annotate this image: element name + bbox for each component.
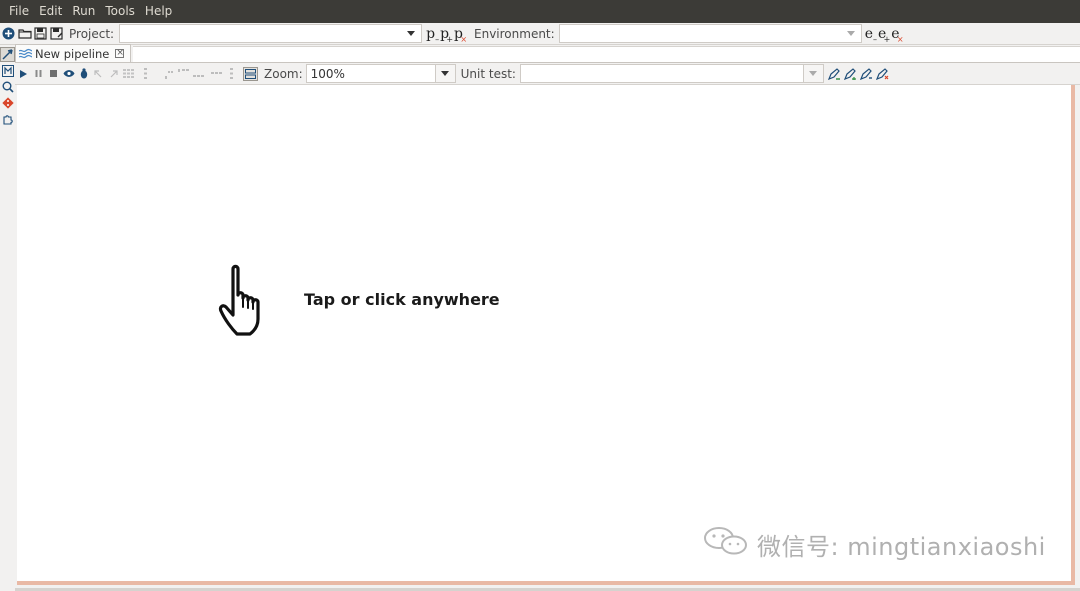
- environment-dropdown-arrow[interactable]: [840, 25, 861, 42]
- run-icon[interactable]: [17, 67, 30, 80]
- search-icon[interactable]: [0, 79, 15, 94]
- debug-bug-icon[interactable]: [77, 67, 90, 80]
- align-left-icon: [141, 67, 154, 80]
- unit-test-save-icon[interactable]: [859, 67, 873, 80]
- chevron-down-icon: [846, 31, 855, 36]
- unit-test-new-icon[interactable]: [827, 67, 841, 80]
- project-dropdown-arrow[interactable]: [401, 25, 422, 42]
- unit-test-dropdown-arrow[interactable]: [802, 65, 823, 82]
- layout-icon[interactable]: [243, 66, 258, 81]
- wechat-icon: [703, 526, 749, 562]
- redo-icon: [107, 67, 120, 80]
- watermark-text: 微信号: mingtianxiaoshi: [757, 532, 1046, 561]
- align-grid-icon: [122, 67, 135, 80]
- new-plus-icon[interactable]: [1, 26, 16, 41]
- align-right-icon: [162, 67, 175, 80]
- canvas-hint: Tap or click anywhere: [304, 290, 500, 309]
- open-folder-icon[interactable]: [17, 26, 32, 41]
- environment-combo[interactable]: [558, 24, 862, 43]
- unit-test-delete-icon[interactable]: [875, 67, 889, 80]
- menu-tools[interactable]: Tools: [100, 0, 140, 23]
- align-top-icon: [177, 67, 190, 80]
- menu-help[interactable]: Help: [140, 0, 177, 23]
- close-icon[interactable]: ×: [115, 49, 125, 58]
- metadata-icon[interactable]: [0, 63, 15, 78]
- menu-bar: File Edit Run Tools Help: [0, 0, 1080, 23]
- distribute-vertical-icon: [225, 67, 238, 80]
- tab-bar-empty-area: [133, 46, 1080, 62]
- menu-run[interactable]: Run: [67, 0, 100, 23]
- hand-pointer-icon: [213, 263, 275, 340]
- plugin-icon[interactable]: [0, 111, 15, 126]
- undo-icon: [92, 67, 105, 80]
- zoom-label: Zoom:: [264, 66, 303, 81]
- e-delete-icon[interactable]: e ×: [891, 26, 903, 44]
- perspective-sidebar: [0, 45, 15, 591]
- environment-label: Environment:: [474, 26, 555, 41]
- distribute-horizontal-icon: [210, 67, 223, 80]
- tab-label: New pipeline: [35, 46, 110, 61]
- tab-new-pipeline[interactable]: New pipeline ×: [15, 44, 132, 62]
- save-icon[interactable]: [33, 26, 48, 41]
- chevron-down-icon: [407, 31, 416, 36]
- save-as-icon[interactable]: [49, 26, 64, 41]
- project-combo[interactable]: [119, 24, 423, 43]
- pipeline-canvas[interactable]: Tap or click anywhere: [17, 85, 1075, 585]
- preview-eye-icon[interactable]: [62, 67, 75, 80]
- e-edit-icon[interactable]: e +: [878, 26, 890, 44]
- align-bottom-icon: [192, 67, 205, 80]
- pipeline-toolbar: Zoom: 100% Unit test:: [15, 63, 1080, 85]
- zoom-combo[interactable]: 100%: [305, 64, 456, 83]
- stop-icon: [47, 67, 60, 80]
- tab-bar: New pipeline ×: [15, 44, 1080, 63]
- main-toolbar: Project: p – p + p × Environment: e – e + e ×: [0, 23, 1080, 45]
- project-label: Project:: [69, 26, 115, 41]
- unit-test-combo[interactable]: [519, 64, 824, 83]
- git-icon[interactable]: [0, 95, 15, 110]
- zoom-dropdown-arrow[interactable]: [434, 65, 455, 82]
- unit-test-label: Unit test:: [460, 66, 516, 81]
- pause-icon: [32, 67, 45, 80]
- chevron-down-icon: [441, 71, 450, 76]
- chevron-down-icon: [809, 71, 818, 76]
- wechat-watermark: 微信号: mingtianxiaoshi: [703, 526, 1046, 562]
- menu-file[interactable]: File: [4, 0, 34, 23]
- pipeline-perspective-icon[interactable]: [0, 47, 15, 62]
- menu-edit[interactable]: Edit: [34, 0, 67, 23]
- zoom-value: 100%: [310, 66, 345, 81]
- unit-test-edit-icon[interactable]: [843, 67, 857, 80]
- p-new-icon[interactable]: p –: [426, 26, 439, 44]
- e-new-icon[interactable]: e –: [865, 26, 877, 44]
- p-edit-icon[interactable]: p +: [440, 26, 453, 44]
- pipeline-icon: [19, 47, 32, 60]
- p-delete-icon[interactable]: p ×: [454, 26, 467, 44]
